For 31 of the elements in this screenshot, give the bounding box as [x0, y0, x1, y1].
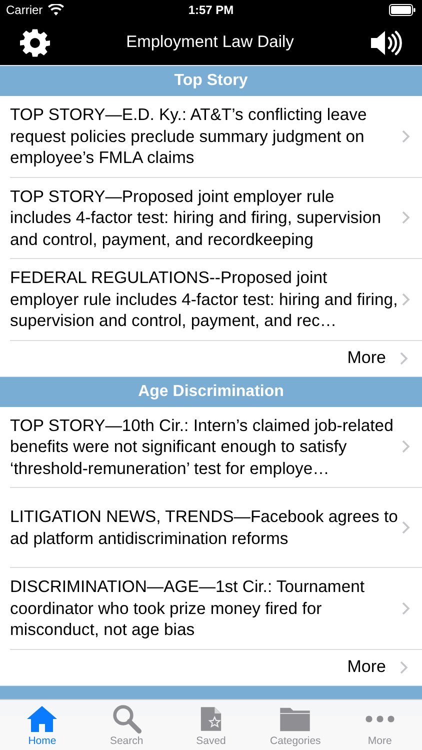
story-row[interactable]: LITIGATION NEWS, TRENDS—Facebook agrees to ad platform antidiscrimination reforms [10, 488, 422, 568]
settings-icon[interactable] [20, 28, 50, 58]
battery-icon [388, 4, 416, 16]
carrier-label: Carrier [6, 3, 43, 17]
chevron-icon [402, 211, 410, 224]
document-star-icon [200, 706, 222, 732]
search-icon [112, 704, 142, 734]
folder-icon [279, 706, 312, 732]
story-row[interactable]: TOP STORY—10th Cir.: Intern’s claimed job-related benefits were not significant enough to satisfy ‘threshold-remuneration’ test for employe… [10, 406, 422, 488]
story-row[interactable]: TOP STORY—Proposed joint employer rule includes 4-factor test: hiring and firing, supervision and control, payment, and recordkeeping [10, 178, 422, 259]
chevron-icon [402, 521, 410, 534]
chevron-icon [402, 292, 410, 306]
more-icon [364, 714, 395, 722]
section-header: Top Story [0, 65, 422, 96]
speaker-icon[interactable] [370, 30, 402, 56]
chevron-icon [402, 440, 410, 454]
chevron-icon [402, 602, 410, 615]
chevron-icon [400, 660, 408, 674]
section-header: Age Discrimination [0, 376, 422, 406]
status-time: 1:57 PM [188, 3, 234, 17]
chevron-icon [402, 130, 410, 143]
wifi-icon [48, 4, 64, 16]
home-icon [26, 704, 58, 732]
chevron-icon [400, 352, 408, 364]
app-title: Employment Law Daily [126, 33, 294, 52]
story-row[interactable]: DISCRIMINATION—AGE—1st Cir.: Tournament coordinator who took prize money fired for misconduct, not age bias [10, 568, 422, 650]
more-link[interactable]: More [347, 348, 386, 368]
story-row[interactable]: TOP STORY—E.D. Ky.: AT&T’s conflicting leave request policies preclude summary judgment on employee’s FMLA claims [10, 96, 422, 178]
more-link[interactable]: More [347, 657, 386, 677]
story-row[interactable]: FEDERAL REGULATIONS--Proposed joint employer rule includes 4-factor test: hiring and firing, supervision and control, payment, and rec… [10, 259, 422, 340]
tab-item[interactable]: Home [0, 700, 84, 750]
